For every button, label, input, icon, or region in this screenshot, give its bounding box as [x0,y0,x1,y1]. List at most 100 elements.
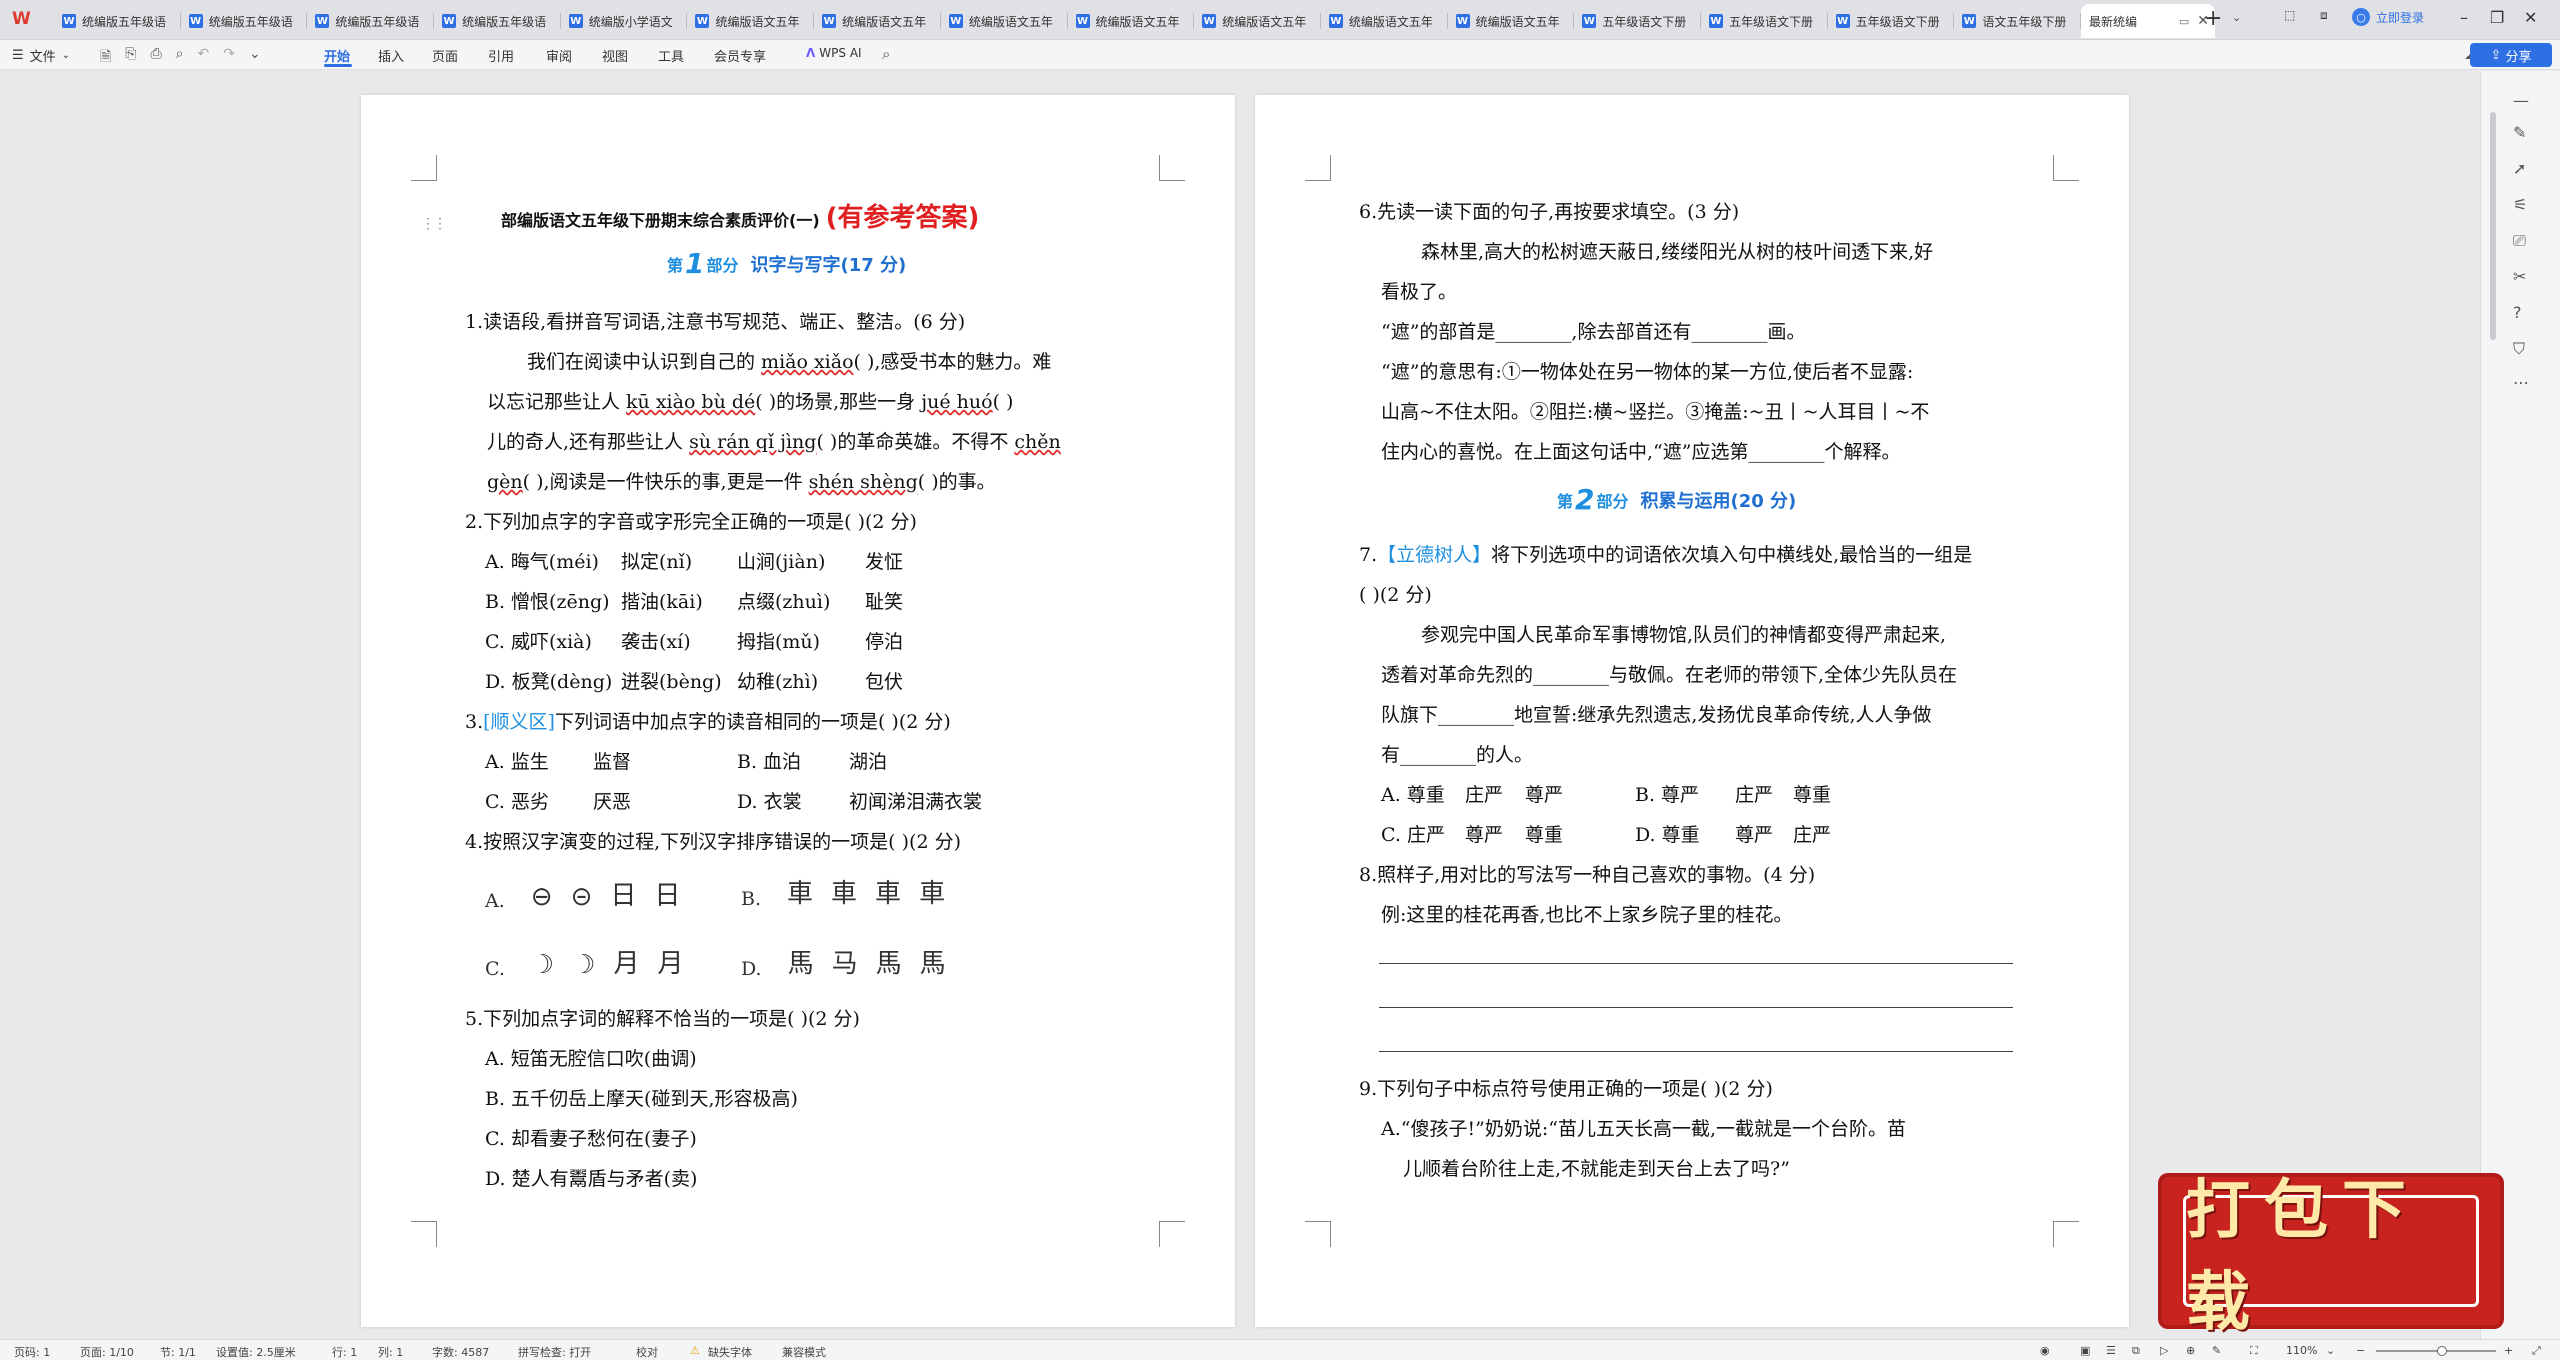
minimize-panel-icon[interactable]: — [2513,91,2529,110]
layout-icon[interactable]: ⬚ [2284,8,2295,22]
ribbon-tab[interactable]: 页面 [432,46,458,65]
print-preview-icon[interactable]: ⌕ [176,46,184,70]
eye-icon[interactable]: ◉ [2040,1344,2050,1357]
pen-icon[interactable]: ✎ [2513,123,2526,142]
save-icon[interactable]: 🗎 [100,46,111,70]
page-2[interactable]: 6.先读一读下面的句子,再按要求填空。(3 分) 森林里,高大的松树遮天蔽日,缕… [1255,95,2129,1327]
option-label: B. [741,888,762,910]
tab-label: 统编版语文五年 [968,14,1053,29]
pen-view-icon[interactable]: ✎ [2212,1344,2221,1357]
download-banner[interactable]: 打包下载 [2162,1173,2500,1340]
login-link[interactable]: 立即登录 [2376,9,2424,26]
status-missing-font[interactable]: 缺失字体 [708,1344,752,1360]
tab-list-chevron-icon[interactable]: ⌄ [2232,11,2241,24]
zoom-level[interactable]: 110% [2286,1344,2317,1357]
document-tab[interactable]: W 统编版语文五年 [1448,4,1575,38]
monitor-icon[interactable]: ▭ [2179,15,2189,28]
document-tab[interactable]: W 统编版五年级语 [307,4,434,38]
document-tab[interactable]: W 五年级语文下册 [1828,4,1955,38]
document-tab[interactable]: W 统编版语文五年 [941,4,1068,38]
banner-frame: 打包下载 [2183,1173,2479,1340]
new-tab-button[interactable]: + [2204,6,2222,31]
zoom-slider-knob[interactable] [2437,1346,2447,1356]
drag-handle-icon[interactable]: ⋮⋮ [421,216,447,232]
text: ( )的场景,那些一身 [755,391,922,413]
share-icon: ⇪ [2490,47,2502,63]
more-icon[interactable]: ⋯ [2513,373,2529,392]
text: 下列词语中加点字的读音相同的一项是( )(2 分) [554,711,951,733]
zoom-slider[interactable] [2376,1350,2496,1352]
ribbon-tab[interactable]: 插入 [378,46,404,65]
print-icon[interactable]: ⎙ [150,46,161,70]
wps-logo-icon[interactable]: W [12,9,38,31]
page-1[interactable]: ⋮⋮ 部编版语文五年级下册期末综合素质评价(一) (有参考答案) 第 1 部分 识字与… [361,95,1235,1327]
shield-icon[interactable]: ⛉ [2513,339,2525,359]
fullscreen-icon[interactable]: ⤢ [2532,1344,2541,1358]
help-icon[interactable]: ? [2513,303,2522,322]
document-tab[interactable]: W 统编版语文五年 [1321,4,1448,38]
redo-icon[interactable]: ↷ [223,46,235,70]
document-tab[interactable]: W 五年级语文下册 [1574,4,1701,38]
pinyin: miǎo xiǎo [761,351,854,373]
edit-frame-icon[interactable]: ⎚ [2513,231,2526,251]
glyph: 月 [613,949,640,979]
document-tab[interactable]: W 统编版语文五年 [1194,4,1321,38]
option-item: 迸裂(bèng) [621,671,722,693]
status-page-num[interactable]: 页码: 1 [14,1344,50,1360]
settings-sliders-icon[interactable]: ⚟ [2513,195,2527,214]
ribbon-tab[interactable]: 工具 [658,46,684,65]
select-cursor-icon[interactable]: ➚ [2513,159,2526,178]
tab-bar: W W 统编版五年级语 W 统编版五年级语 W 统编版五年级语 W 统编版五年级语 W 统编版小学… [0,0,2560,40]
document-tab[interactable]: W 五年级语文下册 [1701,4,1828,38]
vertical-scrollbar[interactable] [2490,112,2496,340]
ribbon-tab[interactable]: 开始 [324,46,350,65]
status-words[interactable]: 字数: 4587 [432,1344,489,1360]
undo-icon[interactable]: ↶ [198,46,210,70]
wps-ai-button[interactable]: Λ WPS AI [806,46,862,60]
document-area[interactable]: ⋮⋮ 部编版语文五年级下册期末综合素质评价(一) (有参考答案) 第 1 部分 识字与… [0,71,2480,1339]
status-page-of[interactable]: 页面: 1/10 [80,1344,134,1360]
document-tab[interactable]: W 统编版五年级语 [181,4,308,38]
share-button[interactable]: ⇪ 分享 [2470,43,2552,67]
q3-stem: 3.[顺义区]下列词语中加点字的读音相同的一项是( )(2 分) [465,710,951,734]
login-area[interactable]: ○ 立即登录 [2352,8,2424,26]
maximize-button[interactable]: ❐ [2490,8,2504,27]
status-proof[interactable]: 校对 [636,1344,658,1360]
ribbon-tab[interactable]: 视图 [602,46,628,65]
tools-icon[interactable]: ✂ [2513,267,2526,286]
zoom-out-icon[interactable]: − [2356,1344,2365,1357]
outline-view-icon[interactable]: ☰ [2106,1344,2116,1357]
export-pdf-icon[interactable]: ⎘ [125,46,136,70]
web-view-icon[interactable]: ⧉ [2132,1344,2140,1358]
document-tab[interactable]: W 统编版小学语文 [561,4,688,38]
glyph: ☽ [572,950,596,980]
document-tab[interactable]: W 统编版语文五年 [687,4,814,38]
minimize-button[interactable]: – [2460,8,2468,27]
search-icon[interactable]: ⌕ [882,45,890,63]
fit-icon[interactable]: ⛶ [2250,1344,2258,1358]
document-tab[interactable]: W 统编版五年级语 [434,4,561,38]
document-tab[interactable]: W 语文五年级下册 [1954,4,2081,38]
document-tab[interactable]: W 统编版语文五年 [814,4,941,38]
play-icon[interactable]: ▷ [2160,1344,2168,1357]
ribbon-tab[interactable]: 会员专享 [714,46,766,65]
tab-label: 五年级语文下册 [1602,14,1687,29]
close-window-button[interactable]: ✕ [2524,8,2537,27]
ribbon-tab[interactable]: 引用 [488,46,514,65]
document-tab[interactable]: W 统编版五年级语 [54,4,181,38]
status-spell[interactable]: 拼写检查: 打开 [518,1344,591,1360]
cube-icon[interactable]: ⧈ [2320,8,2328,23]
document-tab[interactable]: W 统编版语文五年 [1068,4,1195,38]
page-view-icon[interactable]: ▣ [2080,1344,2090,1357]
ribbon-tab[interactable]: 审阅 [546,46,572,65]
active-document-tab[interactable]: 最新统编 ▭ ✕ [2081,4,2215,38]
file-menu[interactable]: ☰ 文件 ⌄ [12,46,70,65]
zoom-in-icon[interactable]: + [2504,1344,2513,1357]
globe-icon[interactable]: ⊕ [2186,1344,2195,1357]
more-chevron-icon[interactable]: ⌄ [249,46,261,70]
zoom-caret-icon[interactable]: ⌄ [2326,1344,2335,1357]
q5-stem: 5.下列加点字词的解释不恰当的一项是( )(2 分) [465,1008,860,1030]
word-doc-icon: W [1202,14,1217,28]
tab-label: 统编版小学语文 [588,14,673,29]
tab-label: 统编版五年级语 [462,14,547,29]
